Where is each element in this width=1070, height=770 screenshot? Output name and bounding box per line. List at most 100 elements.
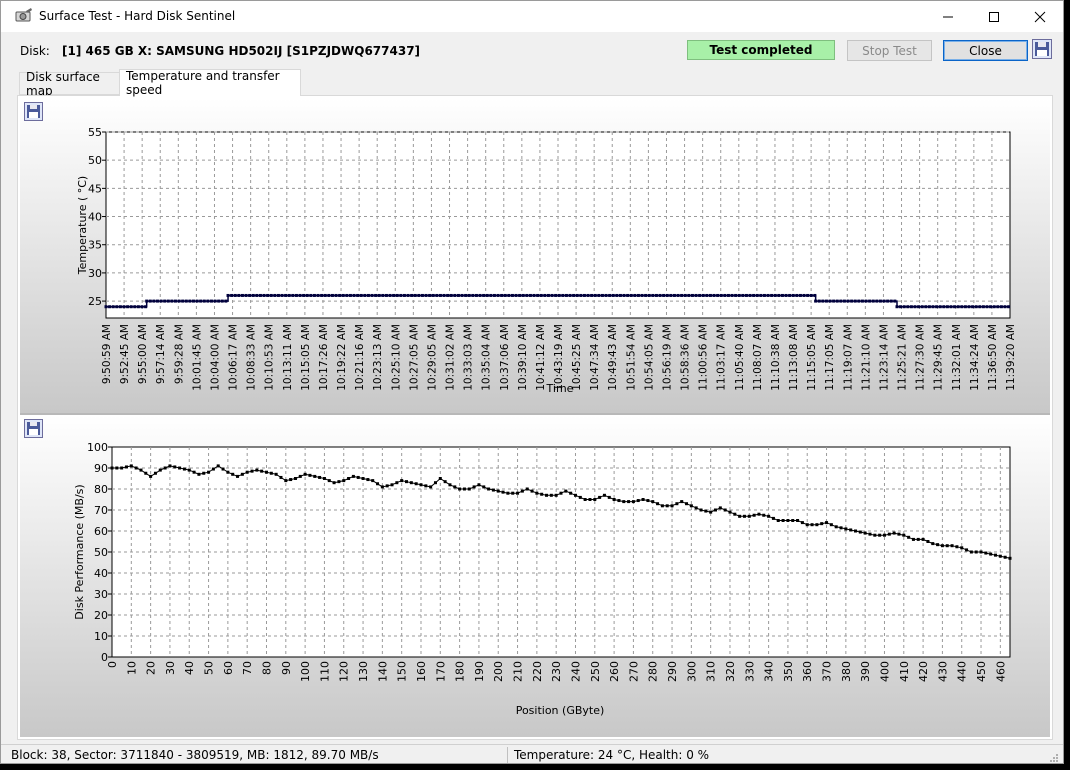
- performance-point: [361, 477, 365, 480]
- x-tick-label: 440: [956, 661, 969, 682]
- performance-point: [916, 537, 920, 541]
- performance-point: [313, 474, 317, 478]
- x-tick-label: 10:37:06 AM: [499, 324, 511, 391]
- temperature-point: [992, 305, 996, 309]
- performance-point: [767, 514, 771, 518]
- temperature-point: [291, 293, 295, 297]
- temperature-point: [629, 293, 633, 297]
- performance-point: [289, 478, 293, 482]
- tab-disk-surface-map[interactable]: Disk surface map: [19, 70, 120, 98]
- temperature-point: [217, 299, 221, 303]
- temperature-point: [572, 293, 576, 297]
- x-tick-label: 370: [821, 661, 834, 682]
- temperature-point: [543, 293, 547, 297]
- x-tick-label: 9:55:00 AM: [137, 324, 149, 384]
- temperature-point: [155, 299, 159, 303]
- temperature-point: [755, 293, 759, 297]
- x-tick-label: 280: [647, 661, 660, 682]
- performance-point: [685, 502, 689, 506]
- performance-point: [897, 532, 901, 536]
- performance-point: [303, 472, 307, 476]
- performance-point: [979, 550, 983, 554]
- performance-point: [945, 544, 949, 548]
- performance-point: [573, 493, 577, 497]
- close-button[interactable]: Close: [943, 40, 1028, 61]
- temperature-point: [255, 293, 259, 297]
- performance-point: [820, 522, 824, 526]
- temperature-point: [784, 293, 788, 297]
- performance-point: [520, 489, 524, 493]
- temperature-point: [734, 293, 738, 297]
- temperature-point: [839, 299, 843, 303]
- x-tick-label: 200: [492, 661, 505, 682]
- performance-point: [612, 498, 616, 501]
- x-tick-label: 11:00:56 AM: [698, 324, 710, 391]
- temperature-point: [413, 293, 417, 297]
- temperature-point: [651, 293, 655, 297]
- tab-temperature-transfer-speed[interactable]: Temperature and transfer speed: [119, 69, 301, 97]
- performance-point: [482, 485, 486, 489]
- y-tick-label: 40: [88, 211, 102, 224]
- temperature-point: [392, 293, 396, 297]
- performance-point: [458, 487, 462, 491]
- temperature-point: [814, 299, 818, 303]
- performance-point: [240, 472, 244, 476]
- temperature-point: [806, 293, 810, 297]
- x-tick-label: 260: [608, 661, 621, 682]
- minimize-button[interactable]: [925, 1, 971, 32]
- temperature-point: [705, 293, 709, 297]
- temperature-point: [875, 299, 879, 303]
- temperature-point: [417, 293, 421, 297]
- temperature-point: [320, 293, 324, 297]
- stop-test-button[interactable]: Stop Test: [847, 40, 932, 61]
- temperature-point: [850, 299, 854, 303]
- maximize-button[interactable]: [971, 1, 1017, 32]
- temperature-point: [521, 293, 525, 297]
- x-tick-label: 10:35:04 AM: [481, 324, 493, 391]
- performance-point: [651, 500, 655, 504]
- temperature-point: [777, 293, 781, 297]
- x-axis-title: Position (GByte): [516, 704, 605, 717]
- temperature-point: [608, 293, 612, 297]
- temperature-point: [370, 293, 374, 297]
- temperature-point: [665, 293, 669, 297]
- temperature-point: [640, 293, 644, 297]
- performance-point: [680, 500, 684, 504]
- performance-point: [414, 482, 418, 486]
- temperature-point: [166, 299, 170, 303]
- performance-point: [351, 474, 355, 478]
- performance-point: [892, 531, 896, 535]
- temperature-point: [857, 299, 861, 303]
- temperature-point: [144, 305, 148, 309]
- close-icon: [1034, 11, 1046, 22]
- x-tick-label: 9:59:28 AM: [173, 324, 185, 384]
- temperature-point: [273, 293, 277, 297]
- performance-point: [197, 472, 201, 476]
- disk-info-bar: Disk: [1] 465 GB X: SAMSUNG HD502IJ [S1P…: [1, 32, 1063, 68]
- performance-point: [791, 519, 795, 522]
- performance-point: [535, 491, 539, 495]
- temperature-point: [438, 293, 442, 297]
- close-window-button[interactable]: [1017, 1, 1063, 32]
- performance-point: [675, 502, 679, 506]
- temperature-point: [148, 299, 152, 303]
- performance-point: [578, 495, 582, 499]
- temperature-point: [550, 293, 554, 297]
- temperature-point: [967, 305, 971, 309]
- temperature-point: [669, 293, 673, 297]
- performance-point: [931, 542, 935, 546]
- resize-grip-icon[interactable]: [1049, 753, 1059, 763]
- save-report-button[interactable]: [1032, 39, 1052, 59]
- temperature-point: [927, 305, 931, 309]
- x-axis-title: Time: [546, 382, 574, 395]
- performance-point: [129, 464, 133, 468]
- x-tick-label: 410: [898, 661, 911, 682]
- temperature-point: [108, 305, 112, 309]
- x-tick-label: 11:32:01 AM: [951, 324, 963, 391]
- performance-point: [472, 485, 476, 489]
- temperature-point: [554, 293, 558, 297]
- temperature-point: [600, 293, 604, 297]
- temperature-point: [989, 305, 993, 309]
- x-tick-label: 130: [357, 661, 370, 682]
- x-tick-label: 60: [222, 661, 235, 675]
